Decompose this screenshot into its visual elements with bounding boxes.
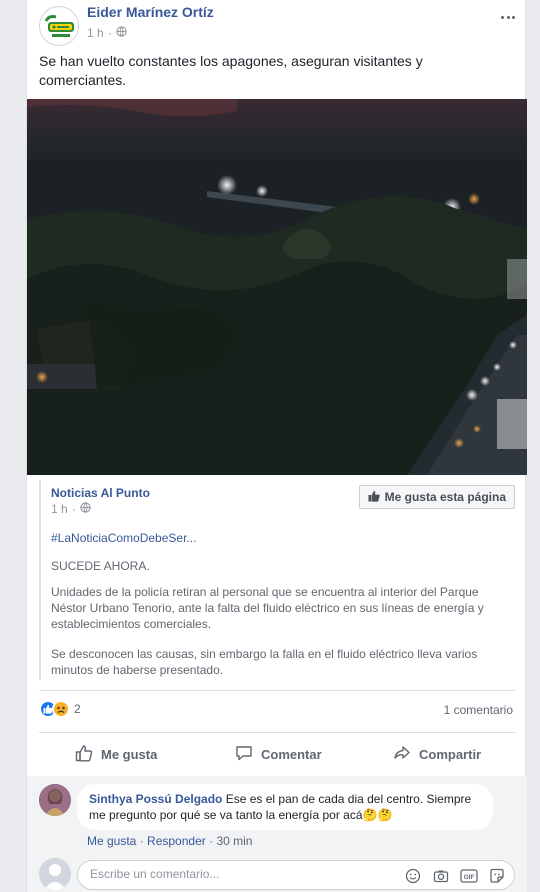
comment-author[interactable]: Sinthya Possú Delgado: [89, 792, 222, 806]
gif-icon[interactable]: GIF: [460, 867, 478, 885]
dot-separator: ·: [107, 26, 112, 40]
post-card: Eider Marínez Ortíz 1 h · Se han vuelto …: [26, 0, 527, 892]
comment-label: Comentar: [261, 746, 322, 762]
comment-composer[interactable]: GIF: [77, 860, 515, 890]
share-button[interactable]: Compartir: [393, 740, 481, 768]
sticker-icon[interactable]: [488, 867, 506, 885]
like-label: Me gusta: [101, 746, 158, 762]
shared-paragraph-2: Unidades de la policía retiran al person…: [51, 585, 484, 631]
dot-separator: ·: [71, 502, 76, 516]
svg-text:GIF: GIF: [464, 874, 475, 881]
quote-bar: [39, 480, 41, 680]
commenter-avatar[interactable]: [39, 784, 71, 816]
shared-page-name[interactable]: Noticias Al Punto: [51, 486, 150, 500]
comment-time[interactable]: 30 min: [216, 834, 252, 848]
like-button[interactable]: Me gusta: [75, 740, 157, 768]
comment-button[interactable]: Comentar: [235, 740, 322, 768]
camera-icon[interactable]: [432, 867, 450, 885]
comment-bubble: Sinthya Possú Delgado Ese es el pan de c…: [77, 784, 493, 830]
post-text: Se han vuelto constantes los apagones, a…: [39, 53, 423, 88]
hashtag-link[interactable]: #LaNoticiaComoDebeSer...: [51, 530, 513, 546]
shared-paragraph-3: Se desconocen las causas, sin embargo la…: [51, 647, 478, 677]
reactions-summary[interactable]: 2: [39, 700, 81, 718]
like-page-button[interactable]: Me gusta esta página: [358, 485, 515, 509]
thumbs-up-icon: [368, 490, 380, 505]
post-time[interactable]: 1 h: [87, 26, 104, 40]
comment-icon: [235, 744, 253, 765]
comment-count[interactable]: 1 comentario: [444, 703, 513, 717]
reactions-count: 2: [74, 702, 81, 716]
share-label: Compartir: [419, 746, 482, 762]
post-author[interactable]: Eider Marínez Ortíz: [87, 4, 214, 20]
post-photo[interactable]: [27, 99, 527, 475]
share-icon: [393, 744, 411, 765]
comment-actions: Me gusta · Responder · 30 min: [87, 834, 253, 848]
shared-paragraph-1: SUCEDE AHORA.: [51, 559, 150, 573]
divider: [39, 732, 515, 733]
emoji-icon[interactable]: [404, 867, 422, 885]
user-avatar[interactable]: [39, 858, 71, 890]
comment-reply-link[interactable]: Responder: [147, 834, 206, 848]
composer-icons: GIF: [404, 867, 506, 885]
shared-time[interactable]: 1 h: [51, 502, 68, 516]
sad-icon: [52, 700, 70, 718]
divider: [39, 690, 515, 691]
page-avatar[interactable]: [39, 6, 79, 46]
globe-icon[interactable]: [80, 502, 91, 516]
post-meta: 1 h ·: [87, 26, 127, 40]
post-options-icon[interactable]: [501, 10, 515, 24]
thumbs-up-icon: [75, 744, 93, 765]
like-page-label: Me gusta esta página: [384, 490, 506, 504]
globe-icon[interactable]: [116, 26, 127, 40]
comment-input[interactable]: [90, 867, 390, 881]
shared-meta: 1 h ·: [51, 502, 91, 516]
comment-like-link[interactable]: Me gusta: [87, 834, 136, 848]
